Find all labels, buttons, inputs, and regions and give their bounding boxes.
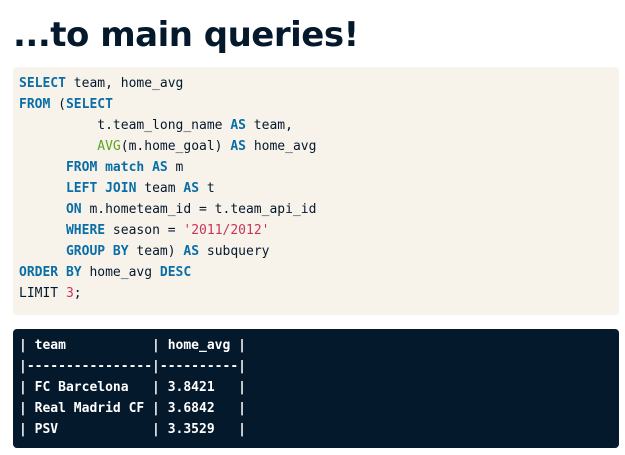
- code-line-1: SELECT team, home_avg: [19, 76, 183, 91]
- code-line-4: AVG(m.home_goal) AS home_avg: [19, 139, 316, 154]
- code-line-7: ON m.hometeam_id = t.team_api_id: [19, 202, 316, 217]
- result-header: | team | home_avg |: [19, 338, 246, 353]
- keyword: AS: [183, 244, 200, 259]
- code-line-8: WHERE season = '2011/2012': [19, 223, 270, 238]
- sql-code: SELECT team, home_avg FROM (SELECT t.tea…: [13, 67, 619, 304]
- code-line-10: ORDER BY home_avg DESC: [19, 265, 191, 280]
- keyword: ON: [65, 202, 82, 217]
- code-line-5: FROM match AS m: [19, 160, 183, 175]
- code-line-3: t.team_long_name AS team,: [19, 118, 293, 133]
- string-literal: '2011/2012': [183, 223, 270, 238]
- code-line-2: FROM (SELECT: [19, 97, 113, 112]
- code-text: home_avg: [246, 139, 317, 154]
- keyword: DESC: [159, 265, 192, 280]
- code-text: team): [128, 244, 184, 259]
- code-text: home_avg: [81, 265, 160, 280]
- keyword: FROM: [19, 97, 51, 112]
- page-title: ...to main queries!: [13, 15, 359, 55]
- result-row: | PSV | 3.3529 |: [19, 422, 246, 437]
- code-text: season =: [105, 223, 184, 238]
- code-text: t: [199, 181, 215, 196]
- query-result: | team | home_avg | |----------------|--…: [13, 329, 619, 440]
- result-separator: |----------------|----------|: [19, 359, 246, 374]
- keyword: AS: [183, 181, 200, 196]
- keyword: FROM: [65, 160, 98, 175]
- number-literal: 3: [65, 286, 74, 301]
- keyword: SELECT: [65, 97, 113, 112]
- code-text: m.hometeam_id = t.team_api_id: [81, 202, 317, 217]
- code-text: team,: [245, 118, 293, 133]
- code-text: team, home_avg: [65, 76, 184, 91]
- function-name: AVG: [97, 139, 121, 154]
- query-result-block: | team | home_avg | |----------------|--…: [13, 329, 619, 448]
- keyword: SELECT: [19, 76, 66, 91]
- code-text: (: [50, 97, 66, 112]
- code-text: (m.home_goal): [120, 139, 231, 154]
- code-text: t.team_long_name: [19, 118, 231, 133]
- keyword: AS: [230, 118, 246, 133]
- keyword: match: [105, 160, 145, 175]
- code-line-9: GROUP BY team) AS subquery: [19, 244, 270, 259]
- keyword: ORDER BY: [19, 265, 82, 280]
- result-row: | FC Barcelona | 3.8421 |: [19, 380, 246, 395]
- code-text: ;: [73, 286, 82, 301]
- code-text: team: [136, 181, 184, 196]
- keyword: WHERE: [65, 223, 106, 238]
- code-text: m: [167, 160, 184, 175]
- code-text: LIMIT: [19, 286, 66, 301]
- keyword: AS: [152, 160, 168, 175]
- sql-code-block: SELECT team, home_avg FROM (SELECT t.tea…: [13, 67, 619, 315]
- code-text: subquery: [199, 244, 270, 259]
- result-row: | Real Madrid CF | 3.6842 |: [19, 401, 246, 416]
- code-line-6: LEFT JOIN team AS t: [19, 181, 215, 196]
- code-line-11: LIMIT 3;: [19, 286, 82, 301]
- keyword: GROUP BY: [65, 244, 129, 259]
- keyword: LEFT JOIN: [65, 181, 137, 196]
- keyword: AS: [230, 139, 246, 154]
